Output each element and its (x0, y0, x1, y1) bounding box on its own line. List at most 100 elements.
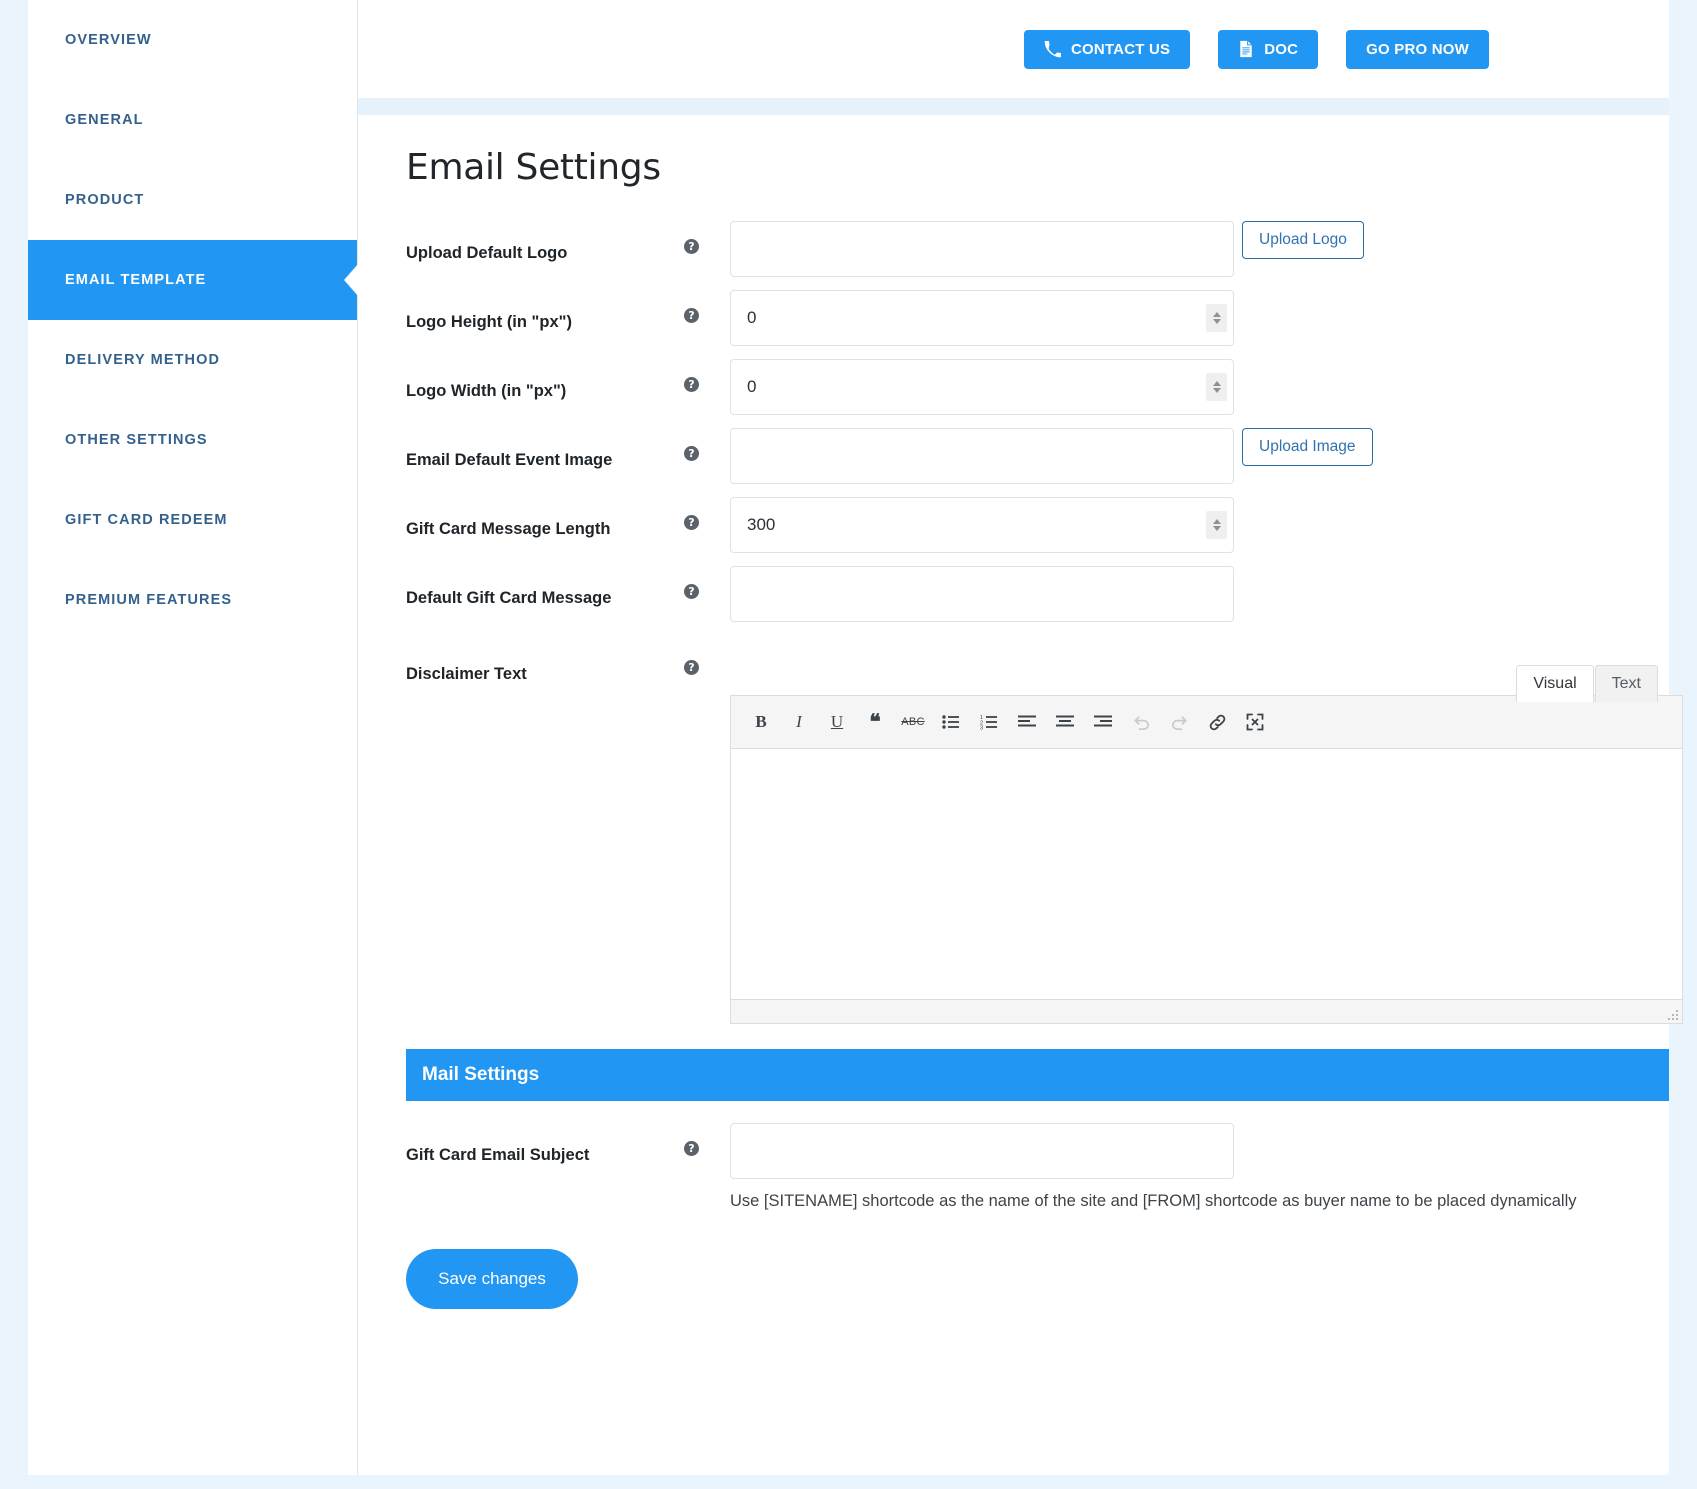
bullet-list-icon[interactable] (933, 704, 969, 740)
sidebar-item-gift-card-redeem[interactable]: GIFT CARD REDEEM (28, 480, 357, 560)
upload-logo-label: Upload Default Logo (406, 244, 568, 262)
disclaimer-help[interactable]: ? (684, 642, 730, 675)
sidebar-item-delivery-method[interactable]: DELIVERY METHOD (28, 320, 357, 400)
upload-logo-input[interactable] (730, 221, 1234, 277)
editor-tabs: Visual Text (1515, 665, 1658, 703)
message-length-label: Gift Card Message Length (406, 520, 611, 538)
align-left-icon[interactable] (1009, 704, 1045, 740)
go-pro-now-button[interactable]: GO PRO NOW (1346, 29, 1489, 69)
event-image-label: Email Default Event Image (406, 451, 613, 469)
upload-logo-help[interactable]: ? (684, 221, 730, 254)
mail-settings-heading: Mail Settings (406, 1049, 1669, 1101)
bottom-strip (0, 1475, 1697, 1489)
logo-width-input[interactable] (730, 359, 1234, 415)
sidebar-item-label: GENERAL (65, 112, 144, 128)
app-page: CONTACT US DOC GO PRO NOW OVERVIEW GENER… (0, 0, 1697, 1489)
message-length-stepper[interactable] (1206, 511, 1227, 539)
event-image-help[interactable]: ? (684, 428, 730, 461)
sidebar-item-label: OTHER SETTINGS (65, 432, 208, 448)
help-icon[interactable]: ? (684, 239, 699, 254)
logo-height-input[interactable] (730, 290, 1234, 346)
help-icon[interactable]: ? (684, 377, 699, 392)
default-message-label: Default Gift Card Message (406, 589, 612, 607)
contact-us-label: CONTACT US (1071, 40, 1171, 58)
editor-resize-handle[interactable] (1664, 1006, 1678, 1020)
contact-us-button[interactable]: CONTACT US (1024, 29, 1191, 69)
numbered-list-icon[interactable]: 123 (971, 704, 1007, 740)
help-icon[interactable]: ? (684, 1141, 699, 1156)
phone-icon (1044, 40, 1061, 58)
editor-box: B I U ❝ ABC 123 (730, 695, 1683, 1024)
form-row-upload-logo: Upload Default Logo ? Upload Logo (406, 221, 1669, 277)
sidebar: OVERVIEW GENERAL PRODUCT EMAIL TEMPLATE … (28, 0, 358, 1475)
help-icon[interactable]: ? (684, 584, 699, 599)
mail-settings-title: Mail Settings (422, 1064, 540, 1085)
sidebar-item-overview[interactable]: OVERVIEW (28, 0, 357, 80)
help-icon[interactable]: ? (684, 660, 699, 675)
underline-icon[interactable]: U (819, 704, 855, 740)
document-icon (1238, 40, 1254, 58)
logo-width-label: Logo Width (in "px") (406, 382, 567, 400)
help-icon[interactable]: ? (684, 308, 699, 323)
form-row-logo-height: Logo Height (in "px") ? (406, 290, 1669, 346)
message-length-help[interactable]: ? (684, 497, 730, 530)
go-pro-now-label: GO PRO NOW (1366, 40, 1469, 58)
form-row-disclaimer: Disclaimer Text ? Visual Text B I U ❝ AB… (406, 642, 1683, 1024)
logo-height-help[interactable]: ? (684, 290, 730, 323)
logo-height-stepper[interactable] (1206, 304, 1227, 332)
fullscreen-icon[interactable] (1237, 704, 1273, 740)
logo-width-help[interactable]: ? (684, 359, 730, 392)
editor-content-area[interactable] (731, 749, 1682, 999)
tab-text[interactable]: Text (1594, 665, 1658, 703)
sidebar-item-email-template[interactable]: EMAIL TEMPLATE (28, 240, 357, 320)
sidebar-item-label: GIFT CARD REDEEM (65, 512, 228, 528)
email-subject-label: Gift Card Email Subject (406, 1146, 590, 1164)
sidebar-item-label: DELIVERY METHOD (65, 352, 221, 368)
save-changes-button[interactable]: Save changes (406, 1249, 578, 1309)
strikethrough-icon[interactable]: ABC (895, 704, 931, 740)
form-row-event-image: Email Default Event Image ? Upload Image (406, 428, 1669, 484)
email-subject-hint: Use [SITENAME] shortcode as the name of … (730, 1192, 1577, 1210)
redo-icon[interactable] (1161, 704, 1197, 740)
upload-logo-button[interactable]: Upload Logo (1242, 221, 1364, 259)
disclaimer-label: Disclaimer Text (406, 665, 527, 683)
top-bar: CONTACT US DOC GO PRO NOW (358, 0, 1669, 98)
top-divider-strip (358, 98, 1669, 115)
sidebar-item-other-settings[interactable]: OTHER SETTINGS (28, 400, 357, 480)
undo-icon[interactable] (1123, 704, 1159, 740)
blockquote-icon[interactable]: ❝ (857, 704, 893, 740)
rich-text-editor: Visual Text B I U ❝ ABC 1 2 3 (730, 665, 1683, 1024)
logo-width-stepper[interactable] (1206, 373, 1227, 401)
sidebar-item-label: OVERVIEW (65, 32, 152, 48)
help-icon[interactable]: ? (684, 446, 699, 461)
form-row-logo-width: Logo Width (in "px") ? (406, 359, 1669, 415)
tab-visual[interactable]: Visual (1516, 665, 1594, 703)
page-title: Email Settings (406, 147, 661, 188)
doc-button[interactable]: DOC (1218, 29, 1319, 69)
sidebar-item-product[interactable]: PRODUCT (28, 160, 357, 240)
sidebar-item-label: PREMIUM FEATURES (65, 592, 233, 608)
editor-status-bar (731, 999, 1682, 1023)
align-center-icon[interactable] (1047, 704, 1083, 740)
help-icon[interactable]: ? (684, 515, 699, 530)
form-row-message-length: Gift Card Message Length ? (406, 497, 1669, 553)
bold-icon[interactable]: B (743, 704, 779, 740)
sidebar-item-general[interactable]: GENERAL (28, 80, 357, 160)
email-subject-input[interactable] (730, 1123, 1234, 1179)
upload-image-button[interactable]: Upload Image (1242, 428, 1373, 466)
event-image-input[interactable] (730, 428, 1234, 484)
link-icon[interactable] (1199, 704, 1235, 740)
italic-icon[interactable]: I (781, 704, 817, 740)
sidebar-item-premium-features[interactable]: PREMIUM FEATURES (28, 560, 357, 640)
message-length-input[interactable] (730, 497, 1234, 553)
content-area: Email Settings Upload Default Logo ? Upl… (358, 115, 1683, 1460)
settings-form: Upload Default Logo ? Upload Logo Logo H… (358, 221, 1683, 1309)
svg-text:3: 3 (980, 726, 983, 731)
form-row-email-subject: Gift Card Email Subject ? (406, 1123, 1669, 1179)
default-message-input[interactable] (730, 566, 1234, 622)
align-right-icon[interactable] (1085, 704, 1121, 740)
doc-label: DOC (1264, 40, 1299, 58)
logo-height-label: Logo Height (in "px") (406, 313, 572, 331)
email-subject-help[interactable]: ? (684, 1123, 730, 1156)
default-message-help[interactable]: ? (684, 566, 730, 599)
